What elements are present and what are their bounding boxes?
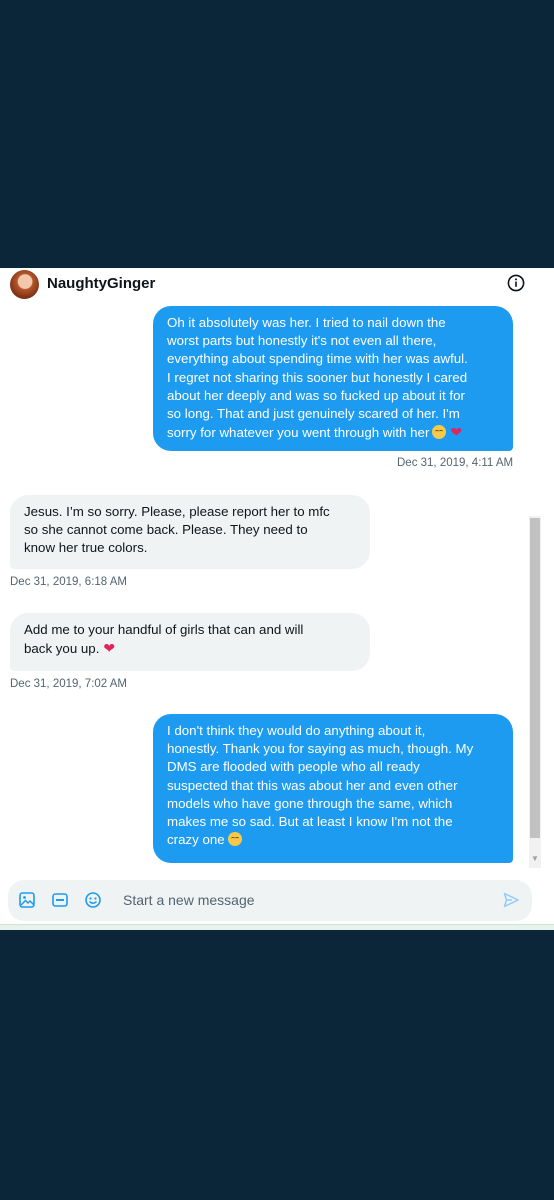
message-text: Oh it absolutely was her. I tried to nai… — [167, 315, 468, 441]
avatar[interactable] — [10, 270, 39, 299]
scrollbar-thumb[interactable] — [530, 518, 540, 838]
scrollbar[interactable]: ▼ — [529, 516, 541, 868]
message-bubble-outgoing[interactable]: I don't think they would do anything abo… — [153, 714, 513, 863]
message-bubble-outgoing[interactable]: Oh it absolutely was her. I tried to nai… — [153, 306, 513, 451]
message-bubble-incoming[interactable]: Jesus. I’m so sorry. Please, please repo… — [10, 495, 370, 569]
message-input[interactable]: Start a new message — [123, 892, 255, 908]
message-timestamp: Dec 31, 2019, 6:18 AM — [10, 576, 127, 588]
message-timestamp: Dec 31, 2019, 7:02 AM — [10, 678, 127, 690]
emoji-icon[interactable] — [84, 891, 102, 909]
bottom-strip — [0, 924, 554, 930]
image-icon[interactable] — [18, 891, 36, 909]
scroll-down-arrow-icon[interactable]: ▼ — [531, 854, 539, 863]
info-icon[interactable] — [507, 274, 525, 292]
relieved-face-emoji-icon — [227, 832, 242, 847]
conversation-header: NaughtyGinger — [0, 268, 554, 302]
message-text: I don't think they would do anything abo… — [167, 723, 474, 848]
message-bubble-incoming[interactable]: Add me to your handful of girls that can… — [10, 613, 370, 671]
message-text: Add me to your handful of girls that can… — [24, 622, 304, 657]
dm-conversation-panel: NaughtyGinger Oh it absolutely was her. … — [0, 268, 554, 930]
red-heart-emoji-icon: ❤ — [103, 640, 116, 657]
conversation-name[interactable]: NaughtyGinger — [47, 275, 155, 292]
message-composer: Start a new message — [8, 880, 532, 921]
message-text: Jesus. I’m so sorry. Please, please repo… — [24, 504, 330, 556]
message-timestamp: Dec 31, 2019, 4:11 AM — [397, 457, 514, 469]
red-heart-emoji-icon: ❤ — [450, 424, 463, 441]
relieved-face-emoji-icon — [432, 425, 447, 440]
send-icon[interactable] — [502, 891, 520, 909]
gif-icon[interactable] — [51, 891, 69, 909]
